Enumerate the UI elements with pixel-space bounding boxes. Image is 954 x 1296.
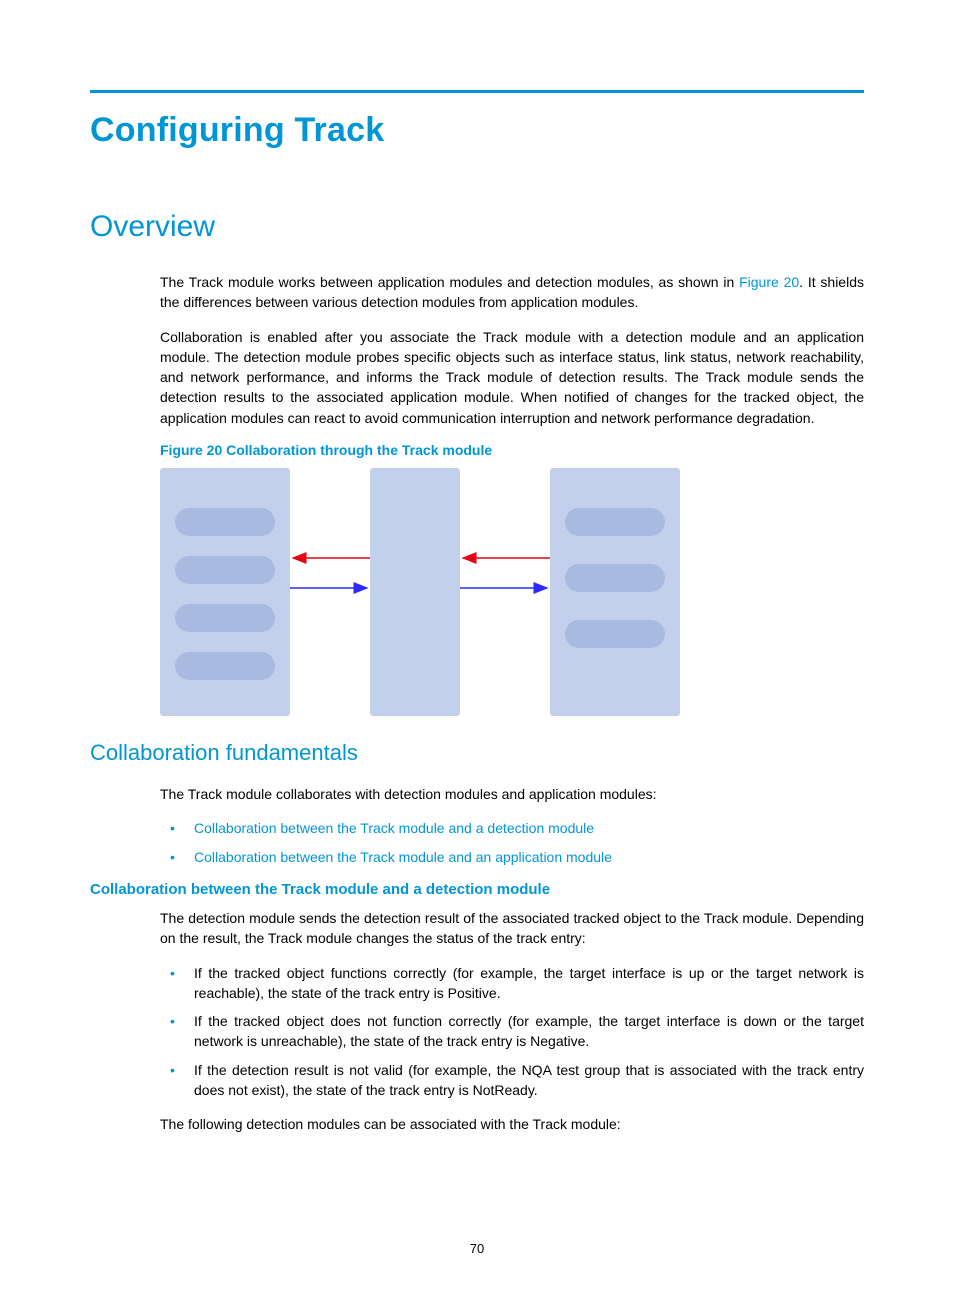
overview-body: The Track module works between applicati… <box>160 272 864 458</box>
list-item: Collaboration between the Track module a… <box>160 818 864 838</box>
section-collab-heading: Collaboration fundamentals <box>90 740 864 766</box>
overview-p1-a: The Track module works between applicati… <box>160 274 739 290</box>
overview-p1: The Track module works between applicati… <box>160 272 864 313</box>
module-chip <box>565 508 665 536</box>
list-item: Collaboration between the Track module a… <box>160 847 864 867</box>
module-chip <box>175 508 275 536</box>
module-chip <box>565 564 665 592</box>
collab-intro: The Track module collaborates with detec… <box>160 784 864 804</box>
module-box-center <box>370 468 460 716</box>
section-overview-heading: Overview <box>90 210 864 244</box>
overview-p2: Collaboration is enabled after you assoc… <box>160 327 864 428</box>
collab-sub1-body: The detection module sends the detection… <box>160 908 864 1135</box>
module-chip <box>175 604 275 632</box>
subsection-detection-heading: Collaboration between the Track module a… <box>90 881 864 898</box>
page-number: 70 <box>0 1241 954 1256</box>
page: Configuring Track Overview The Track mod… <box>0 0 954 1296</box>
page-title: Configuring Track <box>90 111 864 150</box>
module-chip <box>175 652 275 680</box>
collab-links-list: Collaboration between the Track module a… <box>160 818 864 867</box>
figure-20-link[interactable]: Figure 20 <box>739 274 799 290</box>
module-box-left <box>160 468 290 716</box>
list-item: If the tracked object functions correctl… <box>160 963 864 1004</box>
module-chip <box>565 620 665 648</box>
collab-sub1-bullets: If the tracked object functions correctl… <box>160 963 864 1101</box>
collab-sub1-p1: The detection module sends the detection… <box>160 908 864 949</box>
diagram-collaboration <box>160 468 720 716</box>
module-chip <box>175 556 275 584</box>
collab-link-application[interactable]: Collaboration between the Track module a… <box>194 849 612 865</box>
figure-caption: Figure 20 Collaboration through the Trac… <box>160 442 864 458</box>
collab-sub1-p2: The following detection modules can be a… <box>160 1114 864 1134</box>
collab-body: The Track module collaborates with detec… <box>160 784 864 867</box>
top-rule <box>90 90 864 93</box>
figure-20 <box>160 468 864 716</box>
list-item: If the tracked object does not function … <box>160 1011 864 1052</box>
list-item: If the detection result is not valid (fo… <box>160 1060 864 1101</box>
collab-link-detection[interactable]: Collaboration between the Track module a… <box>194 820 594 836</box>
module-box-right <box>550 468 680 716</box>
